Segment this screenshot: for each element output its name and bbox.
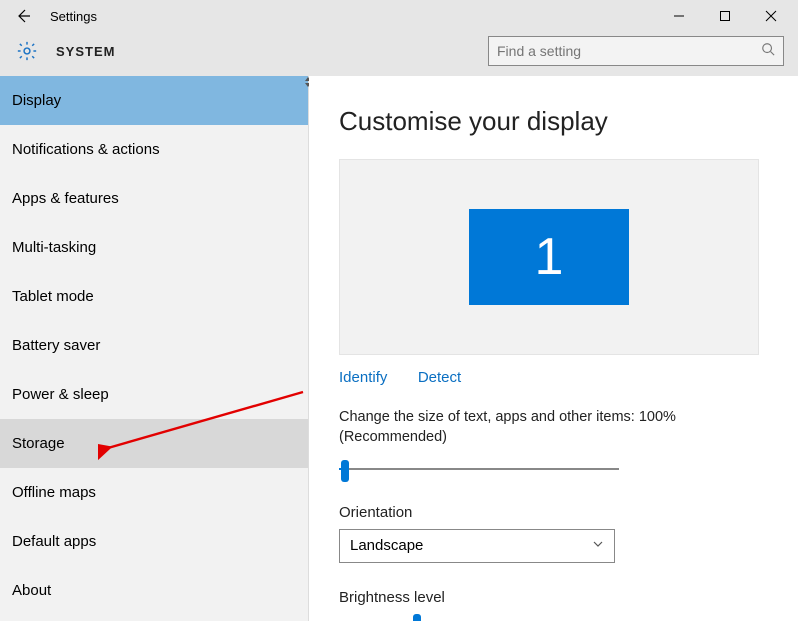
sidebar-item-tablet-mode[interactable]: Tablet mode bbox=[0, 272, 308, 321]
orientation-value: Landscape bbox=[350, 537, 423, 554]
sidebar-item-offline-maps[interactable]: Offline maps bbox=[0, 468, 308, 517]
monitor-number: 1 bbox=[535, 227, 564, 287]
content-pane: Customise your display 1 Identify Detect… bbox=[309, 76, 798, 621]
minimize-button[interactable] bbox=[656, 0, 702, 32]
orientation-label: Orientation bbox=[339, 504, 768, 521]
sidebar-item-label: Multi-tasking bbox=[12, 239, 96, 256]
sidebar-item-default-apps[interactable]: Default apps bbox=[0, 517, 308, 566]
search-icon bbox=[761, 42, 775, 61]
gear-icon bbox=[16, 40, 38, 62]
chevron-down-icon bbox=[592, 537, 604, 554]
scale-slider[interactable] bbox=[339, 460, 619, 478]
sidebar-item-label: Display bbox=[12, 92, 61, 109]
sidebar-item-label: Battery saver bbox=[12, 337, 100, 354]
sidebar-item-storage[interactable]: Storage bbox=[0, 419, 308, 468]
sidebar-item-label: Power & sleep bbox=[12, 386, 109, 403]
page-title: Customise your display bbox=[339, 106, 768, 137]
window-title: Settings bbox=[50, 9, 97, 24]
sidebar: Display Notifications & actions Apps & f… bbox=[0, 76, 309, 621]
sidebar-item-notifications[interactable]: Notifications & actions bbox=[0, 125, 308, 174]
scale-label: Change the size of text, apps and other … bbox=[339, 407, 768, 448]
titlebar: Settings bbox=[0, 0, 798, 32]
display-arrangement-box[interactable]: 1 bbox=[339, 159, 759, 355]
sidebar-item-label: Default apps bbox=[12, 533, 96, 550]
sidebar-item-multitasking[interactable]: Multi-tasking bbox=[0, 223, 308, 272]
back-button[interactable] bbox=[4, 0, 42, 32]
sidebar-item-label: Apps & features bbox=[12, 190, 119, 207]
monitor-1[interactable]: 1 bbox=[469, 209, 629, 305]
sidebar-item-label: Tablet mode bbox=[12, 288, 94, 305]
display-links-row: Identify Detect bbox=[339, 369, 768, 387]
sidebar-item-power-sleep[interactable]: Power & sleep bbox=[0, 370, 308, 419]
detect-link[interactable]: Detect bbox=[418, 369, 461, 386]
identify-link[interactable]: Identify bbox=[339, 369, 387, 386]
orientation-select[interactable]: Landscape bbox=[339, 529, 615, 563]
brightness-label: Brightness level bbox=[339, 589, 768, 606]
sidebar-item-battery-saver[interactable]: Battery saver bbox=[0, 321, 308, 370]
window-controls bbox=[656, 0, 794, 32]
sidebar-item-label: Storage bbox=[12, 435, 65, 452]
breadcrumb[interactable]: SYSTEM bbox=[56, 44, 115, 59]
sidebar-item-display[interactable]: Display bbox=[0, 76, 308, 125]
sidebar-item-label: About bbox=[12, 582, 51, 599]
brightness-slider[interactable] bbox=[339, 614, 619, 621]
search-box[interactable] bbox=[488, 36, 784, 66]
maximize-button[interactable] bbox=[702, 0, 748, 32]
search-input[interactable] bbox=[497, 43, 761, 59]
header: SYSTEM bbox=[0, 32, 798, 76]
sidebar-item-label: Notifications & actions bbox=[12, 141, 160, 158]
close-button[interactable] bbox=[748, 0, 794, 32]
sidebar-item-apps-features[interactable]: Apps & features bbox=[0, 174, 308, 223]
sidebar-item-about[interactable]: About bbox=[0, 566, 308, 615]
sidebar-item-label: Offline maps bbox=[12, 484, 96, 501]
